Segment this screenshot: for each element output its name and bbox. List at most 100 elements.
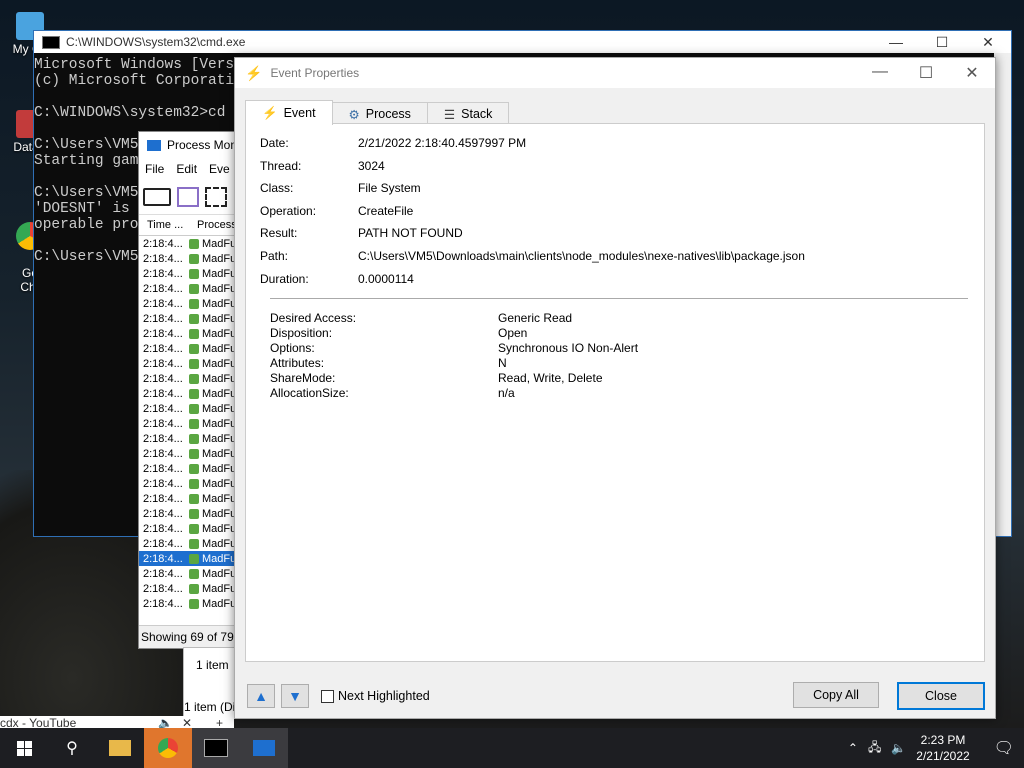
procmon-event-list[interactable]: 2:18:4... MadFu 2:18:4... MadFu 2:18:4... Mad… <box>139 236 249 611</box>
table-row[interactable]: 2:18:4... MadFu <box>139 311 249 326</box>
taskbar-explorer[interactable] <box>96 728 144 768</box>
table-row[interactable]: 2:18:4... MadFu <box>139 416 249 431</box>
field-key: Result: <box>260 226 298 241</box>
network-icon[interactable]: 🖧 <box>868 738 881 759</box>
column-process[interactable]: Process <box>189 219 237 231</box>
table-row[interactable]: 2:18:4... MadFu <box>139 356 249 371</box>
table-row[interactable]: 2:18:4... MadFu <box>139 296 249 311</box>
column-time[interactable]: Time ... <box>139 219 189 231</box>
process-cube-icon <box>189 403 199 414</box>
copy-all-button[interactable]: Copy All <box>793 682 879 708</box>
process-cube-icon <box>189 373 199 384</box>
maximize-button[interactable]: ☐ <box>919 34 965 51</box>
folder-icon <box>109 740 131 756</box>
row-process: MadFu <box>202 492 237 505</box>
save-icon[interactable] <box>177 187 199 207</box>
table-row[interactable]: 2:18:4... MadFu <box>139 326 249 341</box>
tab-process[interactable]: ⚙ Process <box>331 102 428 125</box>
row-time: 2:18:4... <box>143 372 183 385</box>
windows-icon <box>16 740 32 756</box>
row-process: MadFu <box>202 417 237 430</box>
table-row[interactable]: 2:18:4... MadFu <box>139 476 249 491</box>
volume-icon[interactable]: 🔈 <box>891 741 906 755</box>
menu-edit[interactable]: Edit <box>170 162 203 176</box>
procmon-column-header: Time ... Process <box>139 215 249 236</box>
autoscroll-icon[interactable] <box>205 187 227 207</box>
table-row[interactable]: 2:18:4... MadFu <box>139 401 249 416</box>
maximize-button[interactable]: ☐ <box>903 63 949 83</box>
table-row[interactable]: 2:18:4... MadFu <box>139 386 249 401</box>
tab-stack[interactable]: ☰ Stack <box>426 102 510 125</box>
divider <box>270 298 968 299</box>
chevron-up-icon[interactable]: ⌃ <box>848 741 858 755</box>
system-tray: ⌃ 🖧 🔈 2:23 PM 2/21/2022 🗨 <box>848 732 1024 764</box>
tab-label: Stack <box>461 107 493 121</box>
chrome-icon <box>158 738 178 758</box>
minimize-button[interactable]: — <box>873 34 919 51</box>
detail-row: Attributes: N <box>270 356 638 371</box>
table-row[interactable]: 2:18:4... MadFu <box>139 281 249 296</box>
cmd-titlebar[interactable]: C:\WINDOWS\system32\cmd.exe — ☐ ✕ <box>34 31 1011 53</box>
event-properties-dialog[interactable]: ⚡ Event Properties — ☐ ✕ ⚡ Event ⚙ Proce… <box>234 57 996 719</box>
table-row[interactable]: 2:18:4... MadFu <box>139 251 249 266</box>
open-folder-icon[interactable] <box>143 188 171 206</box>
row-time: 2:18:4... <box>143 252 183 265</box>
checkbox-box[interactable] <box>321 689 334 703</box>
table-row[interactable]: 2:18:4... MadFu <box>139 266 249 281</box>
table-row[interactable]: 2:18:4... MadFu <box>139 596 249 611</box>
row-time: 2:18:4... <box>143 582 183 595</box>
table-row[interactable]: 2:18:4... MadFu <box>139 506 249 521</box>
start-button[interactable] <box>0 728 48 768</box>
table-row[interactable]: 2:18:4... MadFu <box>139 461 249 476</box>
process-cube-icon <box>189 493 199 504</box>
row-process: MadFu <box>202 237 237 250</box>
menu-event[interactable]: Eve <box>203 162 236 176</box>
taskbar-cmd[interactable] <box>192 728 240 768</box>
row-time: 2:18:4... <box>143 432 183 445</box>
previous-highlighted-button[interactable]: ▲ <box>247 684 275 708</box>
table-row[interactable]: 2:18:4... MadFu <box>139 581 249 596</box>
close-button[interactable]: ✕ <box>949 63 995 83</box>
detail-value: N <box>498 356 507 370</box>
detail-key: Options: <box>270 341 315 355</box>
cmd-scrollbar[interactable] <box>994 53 1011 536</box>
resize-grip-icon[interactable] <box>983 706 993 716</box>
next-highlighted-checkbox[interactable]: Next Highlighted <box>321 689 430 703</box>
process-cube-icon <box>189 568 199 579</box>
detail-value: Synchronous IO Non-Alert <box>498 341 639 355</box>
table-row[interactable]: 2:18:4... MadFu <box>139 446 249 461</box>
tab-label: Event <box>283 106 316 120</box>
event-properties-titlebar[interactable]: ⚡ Event Properties — ☐ ✕ <box>235 58 995 88</box>
table-row[interactable]: 2:18:4... MadFu <box>139 521 249 536</box>
close-dialog-button[interactable]: Close <box>897 682 985 710</box>
table-row[interactable]: 2:18:4... MadFu <box>139 341 249 356</box>
close-button[interactable]: ✕ <box>965 34 1011 51</box>
menu-file[interactable]: File <box>139 162 170 176</box>
clock[interactable]: 2:23 PM 2/21/2022 <box>916 732 969 764</box>
stack-icon: ☰ <box>443 107 456 122</box>
row-time: 2:18:4... <box>143 357 183 370</box>
dialog-footer: ▲ ▼ Next Highlighted Copy All Close <box>245 682 985 710</box>
table-row[interactable]: 2:18:4... MadFu <box>139 566 249 581</box>
process-cube-icon <box>189 553 199 564</box>
notification-icon[interactable]: 🗨 <box>994 738 1014 758</box>
tab-event[interactable]: ⚡ Event <box>245 100 333 125</box>
detail-row: Disposition: Open <box>270 326 638 341</box>
table-row[interactable]: 2:18:4... MadFu <box>139 236 249 251</box>
table-row[interactable]: 2:18:4... MadFu <box>139 431 249 446</box>
cmd-icon <box>204 739 228 757</box>
row-time: 2:18:4... <box>143 552 183 565</box>
table-row[interactable]: 2:18:4... MadFu <box>139 551 249 566</box>
search-button[interactable]: ⚲ <box>48 728 96 768</box>
table-row[interactable]: 2:18:4... MadFu <box>139 491 249 506</box>
taskbar-procmon[interactable] <box>240 728 288 768</box>
procmon-titlebar[interactable]: Process Mon <box>139 132 249 158</box>
search-icon: ⚲ <box>66 740 78 757</box>
minimize-button[interactable]: — <box>857 63 903 83</box>
taskbar-chrome[interactable] <box>144 728 192 768</box>
table-row[interactable]: 2:18:4... MadFu <box>139 536 249 551</box>
table-row[interactable]: 2:18:4... MadFu <box>139 371 249 386</box>
process-cube-icon <box>189 478 199 489</box>
next-highlighted-button[interactable]: ▼ <box>281 684 309 708</box>
lightning-icon: ⚡ <box>245 64 263 81</box>
